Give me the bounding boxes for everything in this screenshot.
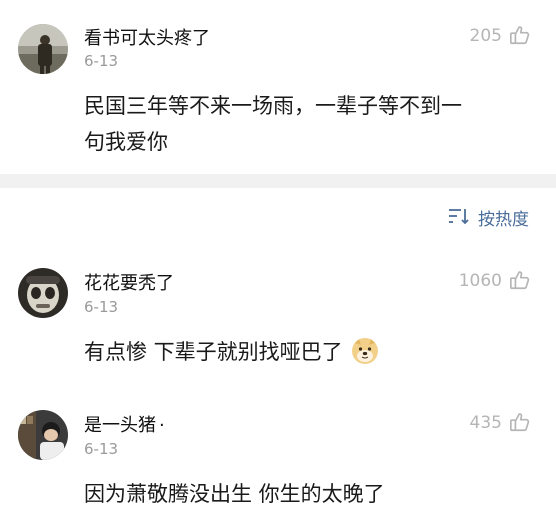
avatar[interactable]: [18, 24, 68, 74]
like-count: 435: [469, 413, 502, 433]
comment-username-text: 是一头猪: [84, 415, 156, 436]
thumbs-up-icon[interactable]: [509, 24, 531, 50]
comment-date: 6-13: [84, 440, 119, 458]
section-divider: [0, 174, 556, 188]
thumbs-up-icon[interactable]: [509, 411, 531, 437]
avatar[interactable]: [18, 268, 68, 318]
comment-content: 因为萧敬腾没出生 你生的太晚了: [84, 482, 385, 506]
thumbs-up-icon[interactable]: [509, 269, 531, 295]
comment-username[interactable]: 是一头猪 ·: [84, 411, 165, 437]
comment-date: 6-13: [84, 298, 119, 316]
avatar[interactable]: [18, 410, 68, 460]
username-suffix: ·: [159, 415, 165, 436]
comment-username[interactable]: 看书可太头疼了: [84, 24, 210, 50]
sort-by-hot-button[interactable]: 按热度: [478, 205, 529, 230]
comment-username[interactable]: 花花要秃了: [84, 269, 174, 295]
comment-content: 有点惨 下辈子就别找哑巴了: [84, 333, 379, 377]
sort-icon[interactable]: [447, 206, 471, 230]
like-count: 1060: [458, 271, 502, 291]
comment-text: 有点惨 下辈子就别找哑巴了: [84, 340, 343, 364]
like-count: 205: [469, 26, 502, 46]
doge-emoji: [351, 337, 379, 377]
comment-date: 6-13: [84, 52, 119, 70]
comment-content: 句我爱你: [84, 130, 168, 154]
comment-content: 民国三年等不来一场雨，一辈子等不到一: [84, 94, 462, 118]
